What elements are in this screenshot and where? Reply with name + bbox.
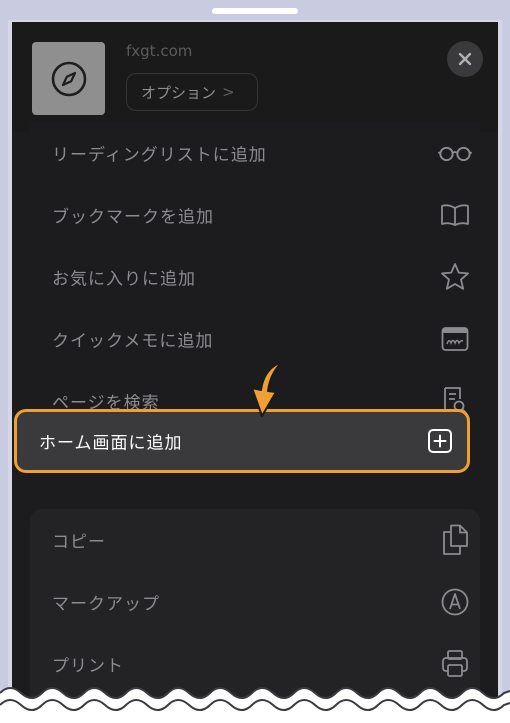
menu-item-label: マークアップ [52,594,160,615]
options-button[interactable]: オプション > [126,73,258,111]
site-domain: fxgt.com [126,42,193,60]
menu-item-copy[interactable]: コピー [30,509,480,571]
menu-item-label: クイックメモに追加 [52,331,214,352]
pointer-arrow [251,361,283,417]
glasses-icon [438,136,472,170]
star-icon [438,260,472,294]
menu-item-add-bookmark[interactable]: ブックマークを追加 [30,184,480,246]
menu-item-label: ブックマークを追加 [52,207,214,228]
home-indicator [212,8,298,14]
menu-item-add-favorite[interactable]: お気に入りに追加 [30,246,480,308]
quick-note-icon [438,322,472,356]
markup-icon [438,585,472,619]
close-button[interactable] [447,41,483,77]
menu-item-label: お気に入りに追加 [52,269,196,290]
plus-square-icon [423,424,457,458]
copy-icon [438,523,472,557]
compass-icon [51,61,86,96]
menu-item-label: プリント [52,656,124,677]
menu-item-label: ホーム画面に追加 [39,433,183,454]
share-sheet-header: fxgt.com オプション > [12,22,498,132]
menu-item-markup[interactable]: マークアップ [30,571,480,633]
options-label: オプション [141,83,217,102]
site-thumbnail [32,42,105,115]
chevron-right-icon: > [222,83,235,101]
menu-item-reading-list[interactable]: リーディングリストに追加 [30,122,480,184]
menu-item-label: リーディングリストに追加 [52,145,267,166]
close-icon [458,52,472,66]
book-icon [438,198,472,232]
torn-edge [0,687,510,723]
menu-item-label: コピー [52,532,106,553]
